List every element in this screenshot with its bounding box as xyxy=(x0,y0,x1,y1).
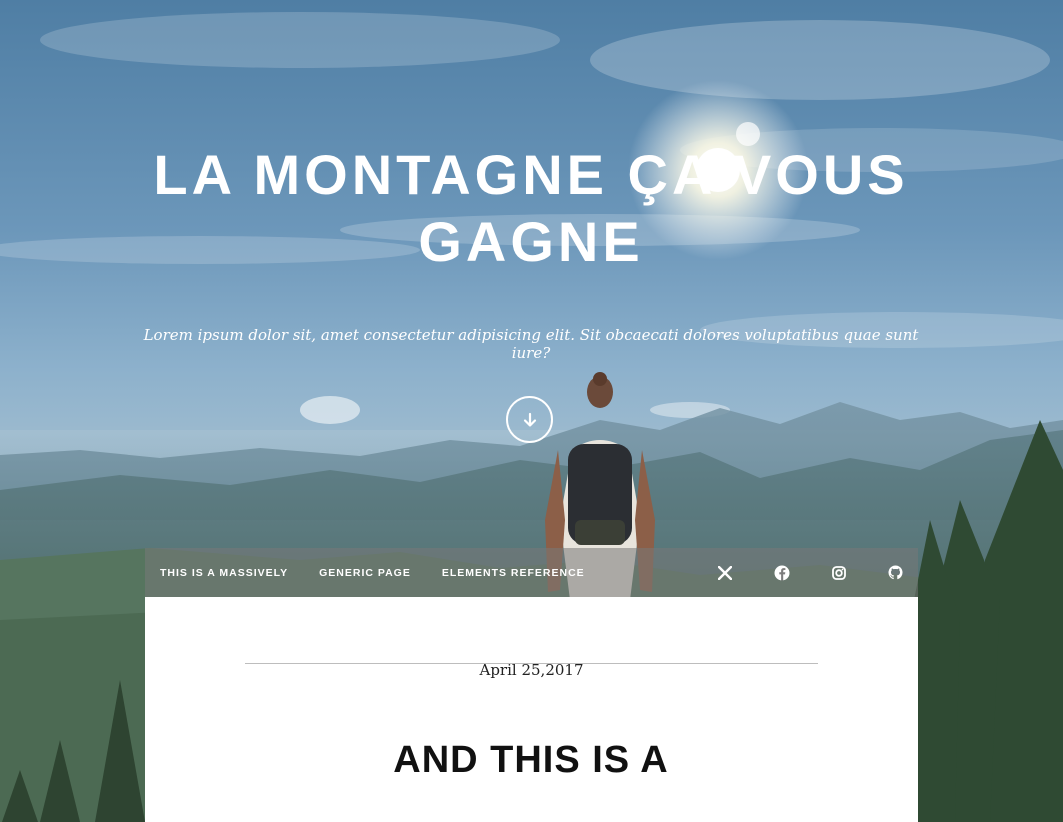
nav-link-elements-reference[interactable]: ELEMENTS REFERENCE xyxy=(442,567,585,579)
x-twitter-icon[interactable] xyxy=(716,564,733,581)
nav-links: THIS IS A MASSIVELY GENERIC PAGE ELEMENT… xyxy=(145,567,616,579)
post-title[interactable]: AND THIS IS A xyxy=(381,738,681,782)
main-content-panel: April 25,2017 AND THIS IS A xyxy=(145,597,918,822)
main-nav: THIS IS A MASSIVELY GENERIC PAGE ELEMENT… xyxy=(145,548,918,597)
social-icons xyxy=(676,548,904,597)
nav-link-massively[interactable]: THIS IS A MASSIVELY xyxy=(160,567,288,579)
nav-link-generic-page[interactable]: GENERIC PAGE xyxy=(319,567,411,579)
site-title: LA MONTAGNE ÇA VOUS GAGNE xyxy=(153,143,909,273)
site-subtitle: Lorem ipsum dolor sit, amet consectetur … xyxy=(143,326,919,362)
github-icon[interactable] xyxy=(887,564,904,581)
post-date: April 25,2017 xyxy=(479,661,584,679)
arrow-down-icon xyxy=(523,412,536,427)
instagram-icon[interactable] xyxy=(830,564,847,581)
scroll-down-button[interactable] xyxy=(506,396,553,443)
facebook-icon[interactable] xyxy=(773,564,790,581)
